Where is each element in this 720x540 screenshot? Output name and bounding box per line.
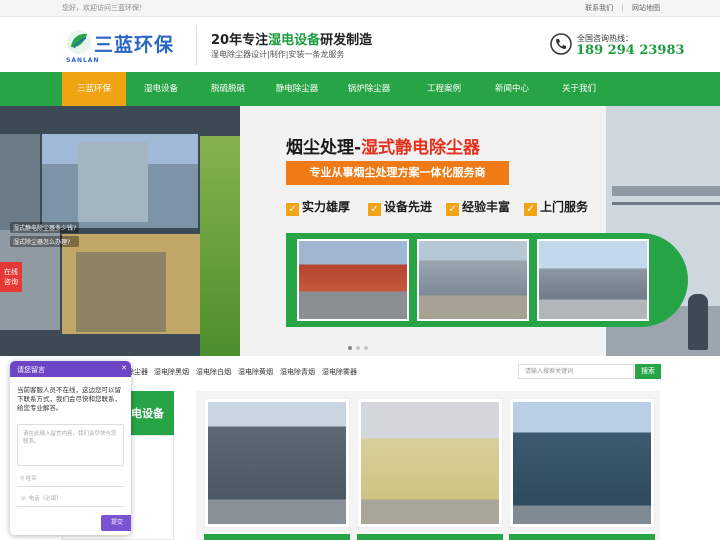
banner-thumbnail[interactable] bbox=[417, 239, 529, 321]
nav-item-about[interactable]: 关于我们 bbox=[542, 72, 616, 106]
phone-icon bbox=[550, 33, 572, 55]
welcome-text: 您好，欢迎访问三蓝环保！ bbox=[62, 4, 146, 12]
site-header: 三蓝环保 SANLAN 20年专注湿电设备研发制造 湿电除尘器设计|制作|安装一… bbox=[0, 17, 720, 72]
leaf-logo-icon bbox=[67, 30, 91, 54]
feature-label: 实力雄厚 bbox=[302, 200, 351, 214]
slogan-subtitle: 湿电除尘器设计|制作|安装一条龙服务 bbox=[211, 50, 345, 59]
phone-placeholder: 电话（必填） bbox=[28, 496, 62, 502]
hot-keyword[interactable]: 湿电除青烟 bbox=[280, 367, 315, 377]
chat-prompt[interactable]: 湿式除尘器怎么办理? bbox=[10, 236, 80, 247]
hot-keyword[interactable]: 湿电除白烟 bbox=[196, 367, 231, 377]
link-separator: | bbox=[621, 4, 624, 12]
feature-label: 上门服务 bbox=[540, 200, 589, 214]
plant-photo bbox=[0, 134, 40, 234]
product-card[interactable] bbox=[357, 398, 503, 528]
banner-title-prefix: 烟尘处理- bbox=[286, 138, 362, 158]
product-label-bar bbox=[357, 534, 503, 540]
online-consult-label: 在线 bbox=[4, 268, 18, 276]
slide-dot[interactable] bbox=[356, 346, 360, 350]
product-label-bar bbox=[204, 534, 350, 540]
leave-message-widget: 请您留言 ✕ 当前客服人员不在线，这边您可以留下联系方式，我们会尽快和您联系，给… bbox=[10, 361, 131, 535]
slide-indicators bbox=[348, 346, 372, 352]
search-input[interactable]: 请输入搜索关键词 bbox=[518, 364, 634, 379]
product-label-bar bbox=[509, 534, 655, 540]
product-image bbox=[513, 402, 651, 524]
logo-subtext: SANLAN bbox=[66, 57, 100, 64]
online-consult-button[interactable]: 在线 咨询 bbox=[0, 262, 22, 292]
phone-small-icon: ☏ bbox=[20, 496, 29, 502]
logo[interactable]: 三蓝环保 SANLAN bbox=[64, 27, 179, 67]
submit-button[interactable]: 提交 bbox=[101, 515, 131, 531]
chat-prompts: 湿式静电除尘器多少钱? 湿式除尘器怎么办理? bbox=[10, 222, 80, 247]
check-icon: ✓ bbox=[446, 203, 459, 216]
message-textarea[interactable]: 请在此输入留言内容，我们会尽快与您联系。 bbox=[17, 424, 124, 466]
product-card[interactable] bbox=[204, 398, 350, 528]
grass-decoration bbox=[200, 136, 240, 356]
message-intro: 当前客服人员不在线，这边您可以留下联系方式，我们会尽快和您联系，给您专业解答。 bbox=[17, 386, 121, 412]
name-field[interactable]: ⚲ 姓名 bbox=[17, 471, 124, 487]
nav-item-news[interactable]: 新闻中心 bbox=[484, 72, 540, 106]
product-image bbox=[361, 402, 499, 524]
hero-banner[interactable]: 烟尘处理-湿式静电除尘器 专业从事烟尘处理方案一体化服务商 ✓ 实力雄厚 ✓ 设备先… bbox=[0, 106, 720, 356]
feature-item: ✓ 经验丰富 bbox=[446, 198, 510, 216]
feature-label: 设备先进 bbox=[384, 200, 433, 214]
nav-item-home[interactable]: 三蓝环保 bbox=[62, 72, 126, 106]
sitemap-link[interactable]: 网站地图 bbox=[632, 4, 660, 12]
hot-keyword[interactable]: 湿电除黄烟 bbox=[238, 367, 273, 377]
feature-item: ✓ 实力雄厚 bbox=[286, 198, 350, 216]
banner-tagline: 专业从事烟尘处理方案一体化服务商 bbox=[286, 161, 509, 185]
product-image bbox=[208, 402, 346, 524]
check-icon: ✓ bbox=[286, 203, 299, 216]
hotline-number[interactable]: 189 294 23983 bbox=[576, 43, 685, 58]
slogan-suffix: 研发制造 bbox=[320, 33, 373, 48]
plant-photo bbox=[42, 134, 198, 228]
header-divider bbox=[196, 25, 197, 65]
slide-dot[interactable] bbox=[364, 346, 368, 350]
contact-us-link[interactable]: 联系我们 bbox=[585, 4, 613, 12]
banner-title-highlight: 湿式静电除尘器 bbox=[361, 138, 481, 158]
product-card[interactable] bbox=[509, 398, 655, 528]
nav-item-desulfurization[interactable]: 脱硫脱硝 bbox=[196, 72, 260, 106]
slogan: 20年专注湿电设备研发制造 bbox=[211, 29, 372, 48]
feature-item: ✓ 上门服务 bbox=[524, 198, 588, 216]
nav-item-cases[interactable]: 工程案例 bbox=[406, 72, 482, 106]
banner-title: 烟尘处理-湿式静电除尘器 bbox=[286, 133, 480, 158]
top-bar: 您好，欢迎访问三蓝环保！ 联系我们 | 网站地图 bbox=[0, 0, 720, 17]
check-icon: ✓ bbox=[368, 203, 381, 216]
feature-item: ✓ 设备先进 bbox=[368, 198, 432, 216]
online-consult-label: 咨询 bbox=[4, 278, 18, 286]
nav-item-wet-esp[interactable]: 湿电设备 bbox=[128, 72, 194, 106]
search-button[interactable]: 搜索 bbox=[635, 364, 661, 379]
main-nav: 三蓝环保 湿电设备 脱硫脱硝 静电除尘器 锅炉除尘器 工程案例 新闻中心 关于我… bbox=[0, 72, 720, 106]
top-links: 联系我们 | 网站地图 bbox=[579, 3, 660, 13]
chat-prompt[interactable]: 湿式静电除尘器多少钱? bbox=[10, 222, 80, 233]
worker-figure bbox=[688, 294, 708, 350]
close-icon[interactable]: ✕ bbox=[120, 364, 128, 372]
slogan-prefix: 20年专注 bbox=[211, 33, 269, 48]
name-placeholder: 姓名 bbox=[25, 476, 37, 482]
nav-item-boiler[interactable]: 锅炉除尘器 bbox=[334, 72, 404, 106]
check-icon: ✓ bbox=[524, 203, 537, 216]
banner-features: ✓ 实力雄厚 ✓ 设备先进 ✓ 经验丰富 ✓ 上门服务 bbox=[286, 198, 606, 216]
slogan-highlight: 湿电设备 bbox=[268, 33, 321, 48]
banner-thumbnail[interactable] bbox=[537, 239, 649, 321]
nav-item-electrostatic[interactable]: 静电除尘器 bbox=[262, 72, 332, 106]
banner-thumbnail[interactable] bbox=[297, 239, 409, 321]
hot-keyword[interactable]: 湿电除黑烟 bbox=[154, 367, 189, 377]
hot-keyword[interactable]: 湿电除雾器 bbox=[322, 367, 357, 377]
logo-text: 三蓝环保 bbox=[94, 34, 175, 56]
plant-photo bbox=[62, 234, 200, 334]
feature-label: 经验丰富 bbox=[462, 200, 511, 214]
phone-field[interactable]: ☏ 电话（必填） bbox=[17, 491, 124, 507]
slide-dot[interactable] bbox=[348, 346, 352, 350]
message-title: 请您留言 bbox=[17, 366, 45, 374]
